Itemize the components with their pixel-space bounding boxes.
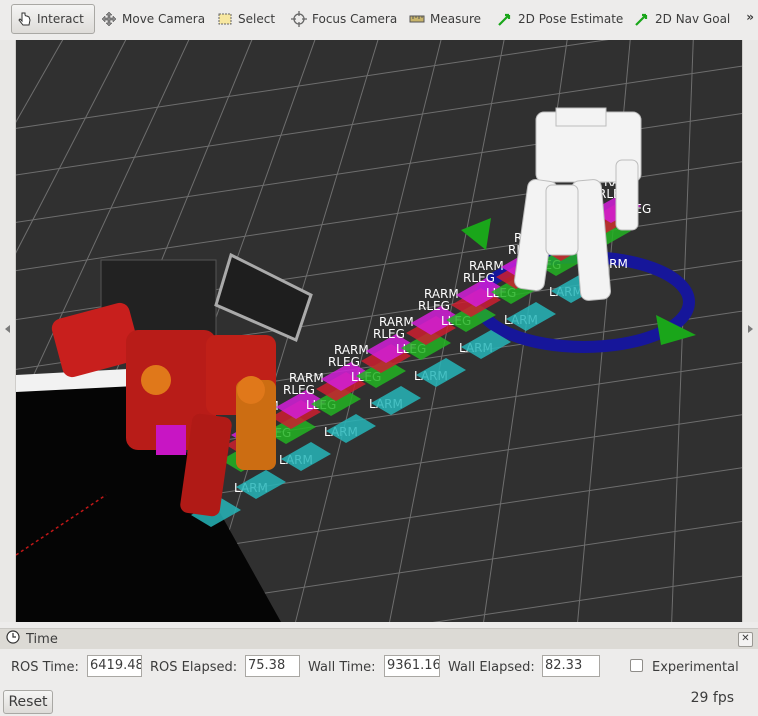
experimental-label: Experimental	[652, 660, 739, 675]
time-panel-row: ROS Time: 6419.48 ROS Elapsed: 75.38 Wal…	[0, 652, 758, 682]
wall-time-field[interactable]: 9361.16	[384, 655, 440, 677]
focus-camera-tool-button[interactable]: Focus Camera	[287, 4, 401, 34]
footstep-label: RLEG	[463, 271, 495, 285]
select-tool-button[interactable]: Select	[213, 4, 279, 34]
wall-elapsed-field[interactable]: 82.33	[542, 655, 600, 677]
toolbar-overflow-button[interactable]: »	[746, 10, 754, 24]
hand-pointer-icon	[16, 11, 32, 27]
2d-nav-goal-tool-label: 2D Nav Goal	[655, 12, 731, 26]
footstep-label: RLEG	[283, 383, 315, 397]
right-panel-collapse-handle[interactable]	[742, 40, 758, 622]
ros-elapsed-field[interactable]: 75.38	[245, 655, 300, 677]
measure-tool-label: Measure	[430, 12, 481, 26]
footstep-label: RLEG	[418, 299, 450, 313]
2d-pose-estimate-tool-button[interactable]: 2D Pose Estimate	[493, 4, 627, 34]
scene-canvas: LARMLLEGRLEGRARMLARMLLEGRLEGRARMLARMLLEG…	[16, 40, 742, 622]
footstep-label: RARM	[334, 343, 369, 357]
fps-indicator: 29 fps	[690, 690, 734, 706]
ros-time-label: ROS Time:	[11, 660, 79, 675]
measure-tool-button[interactable]: Measure	[405, 4, 485, 34]
move-camera-tool-button[interactable]: Move Camera	[97, 4, 209, 34]
move-arrows-icon	[101, 11, 117, 27]
wall-time-label: Wall Time:	[308, 660, 376, 675]
render-viewport[interactable]: LARMLLEGRLEGRARMLARMLLEGRLEGRARMLARMLLEG…	[16, 40, 742, 622]
focus-camera-tool-label: Focus Camera	[312, 12, 398, 26]
time-panel-header: Time ✕	[0, 628, 758, 649]
select-tool-label: Select	[238, 12, 276, 26]
2d-pose-estimate-tool-label: 2D Pose Estimate	[518, 12, 624, 26]
toolbar: Interact Move Camera Select Focus Camera…	[0, 0, 758, 38]
interact-tool-label: Interact	[37, 12, 84, 26]
select-box-icon	[217, 11, 233, 27]
footstep-label: RLEG	[373, 327, 405, 341]
left-panel-collapse-handle[interactable]	[0, 40, 16, 622]
ros-elapsed-label: ROS Elapsed:	[150, 660, 238, 675]
reset-button[interactable]: Reset	[3, 690, 53, 714]
green-arrow-icon	[634, 11, 650, 27]
collapse-right-arrow-icon	[748, 325, 753, 333]
footstep-label: RARM	[469, 259, 504, 273]
clock-icon	[6, 630, 20, 648]
footstep-label: RARM	[424, 287, 459, 301]
footstep-label: RARM	[289, 371, 324, 385]
focus-target-icon	[291, 11, 307, 27]
interact-tool-button[interactable]: Interact	[11, 4, 95, 34]
goal-robot-model	[514, 107, 642, 301]
wall-elapsed-label: Wall Elapsed:	[448, 660, 535, 675]
2d-nav-goal-tool-button[interactable]: 2D Nav Goal	[630, 4, 734, 34]
footstep-label: RLEG	[328, 355, 360, 369]
ruler-icon	[409, 11, 425, 27]
footstep-label: RARM	[379, 315, 414, 329]
ros-time-field[interactable]: 6419.48	[87, 655, 142, 677]
green-arrow-icon	[497, 11, 513, 27]
experimental-checkbox[interactable]	[630, 659, 643, 672]
move-camera-tool-label: Move Camera	[122, 12, 206, 26]
close-icon[interactable]: ✕	[738, 632, 753, 647]
collapse-left-arrow-icon	[5, 325, 10, 333]
time-panel-title: Time	[26, 631, 58, 647]
